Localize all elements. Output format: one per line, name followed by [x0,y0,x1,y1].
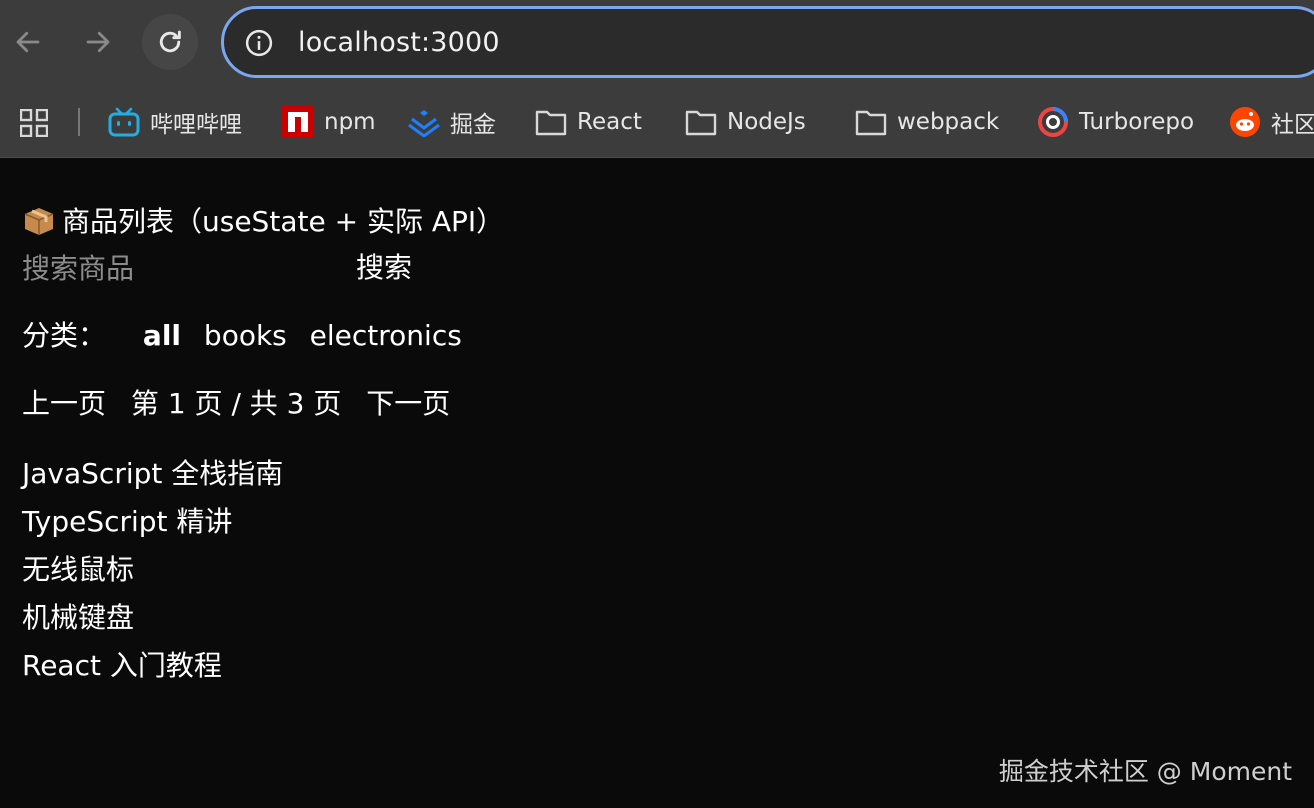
arrow-right-icon [86,31,110,53]
bookmark-label: 掘金 [450,112,496,138]
page-title: 商品列表（useState + 实际 API） [22,200,1292,244]
bookmark-label: NodeJs [727,109,806,135]
folder-icon [535,106,567,138]
list-item: 机械键盘 [22,601,135,634]
bookmark-label: 哔哩哔哩 [150,112,242,138]
category-books-button[interactable]: books [204,319,287,352]
list-item: React 入门教程 [22,649,222,682]
bookmark-folder-react[interactable]: React [535,104,642,140]
page-status: 第 1 页 / 共 3 页 [130,387,342,420]
search-input[interactable] [22,248,342,288]
bookmark-folder-nodejs[interactable]: NodeJs [685,104,806,140]
arrow-left-icon [16,31,40,53]
list-item: 无线鼠标 [22,553,135,586]
forward-button[interactable] [70,14,126,70]
folder-icon [855,106,887,138]
reload-icon [159,30,181,53]
bookmark-folder-webpack[interactable]: webpack [855,104,999,140]
npm-icon [282,106,314,138]
bookmarks-bar: 哔哩哔哩 npm 掘金 React NodeJs webpack Turbore… [0,96,1314,148]
list-item: TypeScript 精讲 [22,505,233,538]
apps-grid-icon[interactable] [20,109,48,137]
category-electronics-button[interactable]: electronics [310,319,462,352]
reddit-icon [1229,106,1261,138]
page-title-text: 商品列表（useState + 实际 API） [62,205,505,238]
address-bar[interactable]: localhost:3000 [221,6,1314,78]
folder-icon [685,106,717,138]
pagination: 上一页 第 1 页 / 共 3 页 下一页 [22,382,1292,426]
product-list: JavaScript 全栈指南 TypeScript 精讲 无线鼠标 机械键盘 … [22,450,1292,690]
bookmark-turborepo[interactable]: Turborepo [1037,104,1194,140]
package-icon [24,208,54,235]
bookmarks-divider [78,108,80,136]
bookmark-bilibili[interactable]: 哔哩哔哩 [108,104,242,140]
bookmark-juejin[interactable]: 掘金 [408,104,496,140]
bookmark-reddit[interactable]: 社区 [1229,104,1314,140]
bookmark-npm[interactable]: npm [282,104,376,140]
url-text[interactable]: localhost:3000 [298,27,500,58]
category-label: 分类： [22,319,107,352]
bookmark-label: React [577,109,642,135]
category-filter: 分类： all books electronics [22,314,1292,358]
search-button[interactable]: 搜索 [356,244,412,292]
juejin-icon [408,106,440,138]
bookmark-label: 社区 [1271,112,1314,138]
category-all-button[interactable]: all [143,319,181,352]
reload-button[interactable] [142,14,198,70]
bilibili-icon [108,106,140,138]
bookmark-label: npm [324,109,376,135]
bookmark-label: webpack [897,109,1000,135]
page-content: 商品列表（useState + 实际 API） 搜索 分类： all books… [22,200,1292,690]
watermark: 掘金技术社区 @ Moment [998,757,1292,786]
bookmark-label: Turborepo [1079,109,1195,135]
back-button[interactable] [0,14,56,70]
search-bar: 搜索 [22,244,1292,292]
turborepo-icon [1037,106,1069,138]
info-icon[interactable] [244,28,274,58]
list-item: JavaScript 全栈指南 [22,457,284,490]
next-page-button[interactable]: 下一页 [366,382,450,426]
browser-chrome: localhost:3000 哔哩哔哩 npm 掘金 React NodeJs … [0,0,1314,158]
prev-page-button[interactable]: 上一页 [22,382,106,426]
